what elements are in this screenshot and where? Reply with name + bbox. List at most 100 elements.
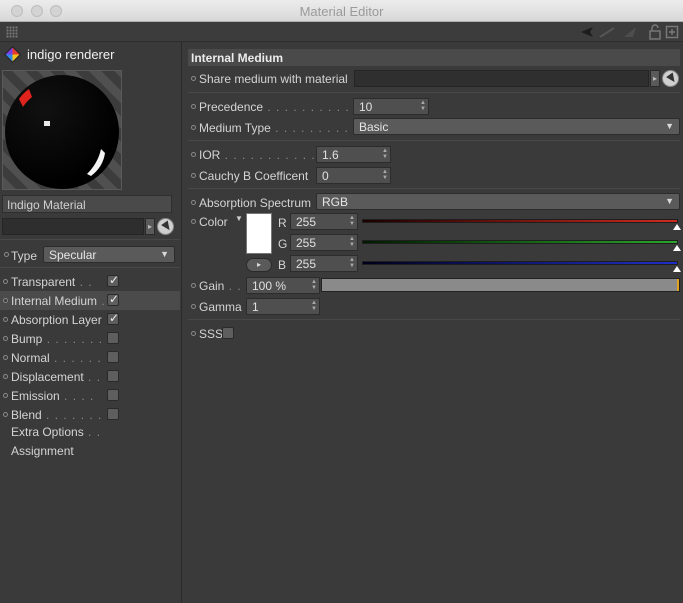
channel-label: Internal Medium . . <box>11 294 115 308</box>
red-slider-handle[interactable] <box>673 224 681 230</box>
keyframe-bullet[interactable] <box>191 104 196 109</box>
spinner-icon[interactable]: ▲ ▼ <box>382 148 388 160</box>
gain-slider-handle[interactable] <box>677 279 679 291</box>
spinner-icon[interactable]: ▲ ▼ <box>382 169 388 181</box>
channel-item[interactable]: Transparent . . <box>0 272 180 291</box>
spinner-icon[interactable]: ▲ ▼ <box>349 236 355 248</box>
keyframe-bullet[interactable] <box>191 219 196 224</box>
color-menu-caret-icon[interactable]: ▼ <box>235 214 243 223</box>
extra-options-link[interactable]: Extra Options . . <box>11 425 101 439</box>
channel-checkbox[interactable] <box>107 273 119 287</box>
keyframe-bullet[interactable] <box>3 355 8 360</box>
green-input[interactable]: 255 ▲ ▼ <box>290 234 358 251</box>
keyframe-bullet[interactable] <box>191 283 196 288</box>
left-panel: indigo renderer Indigo Material ▸ Type S… <box>0 42 182 603</box>
precedence-input[interactable]: 10 ▲ ▼ <box>353 98 429 115</box>
keyframe-bullet[interactable] <box>191 331 196 336</box>
sss-label: SSS <box>199 327 224 341</box>
channel-checkbox[interactable] <box>107 408 119 420</box>
material-name-field[interactable]: Indigo Material <box>2 195 172 213</box>
spinner-icon[interactable]: ▲ ▼ <box>349 257 355 269</box>
channel-item[interactable]: Blend . . . . . . . <box>0 405 180 424</box>
color-swatch[interactable] <box>246 213 272 254</box>
keyframe-bullet[interactable] <box>3 298 8 303</box>
channel-item[interactable]: Bump . . . . . . . . <box>0 329 180 348</box>
share-medium-field[interactable] <box>354 70 649 87</box>
divider <box>0 267 180 268</box>
lock-icon[interactable] <box>648 24 662 40</box>
channel-label: Emission . . . . <box>11 389 95 403</box>
blue-slider[interactable] <box>362 261 678 265</box>
channel-item[interactable]: Absorption Layer . . <box>0 310 180 329</box>
expand-color-button[interactable]: ▸ <box>246 258 272 272</box>
absorption-spectrum-label: Absorption Spectrum <box>199 196 312 210</box>
channel-checkbox[interactable] <box>107 311 119 325</box>
picker-icon[interactable] <box>662 70 679 87</box>
red-input[interactable]: 255 ▲ ▼ <box>290 213 358 230</box>
keyframe-bullet[interactable] <box>3 336 8 341</box>
channel-checkbox[interactable] <box>107 370 119 382</box>
link-arrow-button[interactable]: ▸ <box>145 218 155 235</box>
gamma-input[interactable]: 1 ▲ ▼ <box>246 298 320 315</box>
spinner-icon[interactable]: ▲ ▼ <box>420 100 426 112</box>
cauchy-input[interactable]: 0 ▲ ▼ <box>316 167 391 184</box>
red-slider[interactable] <box>362 219 678 223</box>
keyframe-bullet[interactable] <box>3 279 8 284</box>
keyframe-bullet[interactable] <box>191 200 196 205</box>
new-window-icon[interactable] <box>665 24 679 40</box>
ior-input[interactable]: 1.6 ▲ ▼ <box>316 146 391 163</box>
absorption-spectrum-dropdown[interactable]: RGB ▼ <box>316 193 680 210</box>
gain-input[interactable]: 100 % ▲ ▼ <box>246 277 320 294</box>
window-titlebar: Material Editor <box>0 0 683 22</box>
toolbar <box>0 22 683 42</box>
spinner-icon[interactable]: ▲ ▼ <box>311 300 317 312</box>
green-slider-handle[interactable] <box>673 245 681 251</box>
up-arrow-icon[interactable] <box>598 24 616 40</box>
keyframe-bullet[interactable] <box>191 173 196 178</box>
cauchy-label: Cauchy B Coefficent <box>199 169 309 183</box>
renderer-header: indigo renderer <box>2 45 180 65</box>
channel-label: Bump . . . . . . . . <box>11 332 112 346</box>
forward-arrow-icon[interactable] <box>622 24 638 40</box>
channel-item[interactable]: Emission . . . . <box>0 386 180 405</box>
channel-item[interactable]: Internal Medium . . <box>0 291 180 310</box>
picker-icon[interactable] <box>157 218 174 235</box>
channel-checkbox[interactable] <box>107 351 119 363</box>
assignment-link[interactable]: Assignment <box>11 444 74 458</box>
gain-slider-fill <box>322 279 679 291</box>
keyframe-bullet[interactable] <box>3 412 8 417</box>
grip-icon[interactable] <box>6 26 18 38</box>
channel-label: Normal . . . . . . <box>11 351 102 365</box>
blue-slider-handle[interactable] <box>673 266 681 272</box>
channel-checkbox[interactable] <box>107 389 119 401</box>
link-arrow-button[interactable]: ▸ <box>650 70 660 87</box>
channel-checkbox[interactable] <box>107 332 119 344</box>
keyframe-bullet[interactable] <box>191 304 196 309</box>
blue-input[interactable]: 255 ▲ ▼ <box>290 255 358 272</box>
keyframe-bullet[interactable] <box>191 76 196 81</box>
channel-item[interactable]: Displacement . . <box>0 367 180 386</box>
window-title: Material Editor <box>299 4 384 19</box>
chevron-down-icon: ▼ <box>160 249 169 259</box>
keyframe-bullet[interactable] <box>3 317 8 322</box>
spinner-icon[interactable]: ▲ ▼ <box>311 279 317 291</box>
spinner-icon[interactable]: ▲ ▼ <box>349 215 355 227</box>
type-value: Specular <box>49 248 97 262</box>
green-slider[interactable] <box>362 240 678 244</box>
material-preview[interactable] <box>2 70 122 190</box>
keyframe-bullet[interactable] <box>4 252 9 257</box>
type-dropdown[interactable]: Specular ▼ <box>43 246 175 263</box>
divider <box>0 239 180 240</box>
keyframe-bullet[interactable] <box>191 152 196 157</box>
channel-checkbox[interactable] <box>107 292 119 306</box>
back-arrow-icon[interactable] <box>579 24 595 40</box>
medium-type-dropdown[interactable]: Basic ▼ <box>353 118 680 135</box>
keyframe-bullet[interactable] <box>191 125 196 130</box>
gain-slider[interactable] <box>321 278 680 292</box>
share-medium-label: Share medium with material <box>199 72 348 86</box>
keyframe-bullet[interactable] <box>3 393 8 398</box>
keyframe-bullet[interactable] <box>3 374 8 379</box>
channel-item[interactable]: Normal . . . . . . <box>0 348 180 367</box>
sss-checkbox[interactable] <box>222 327 234 339</box>
material-link-field[interactable] <box>2 218 144 235</box>
